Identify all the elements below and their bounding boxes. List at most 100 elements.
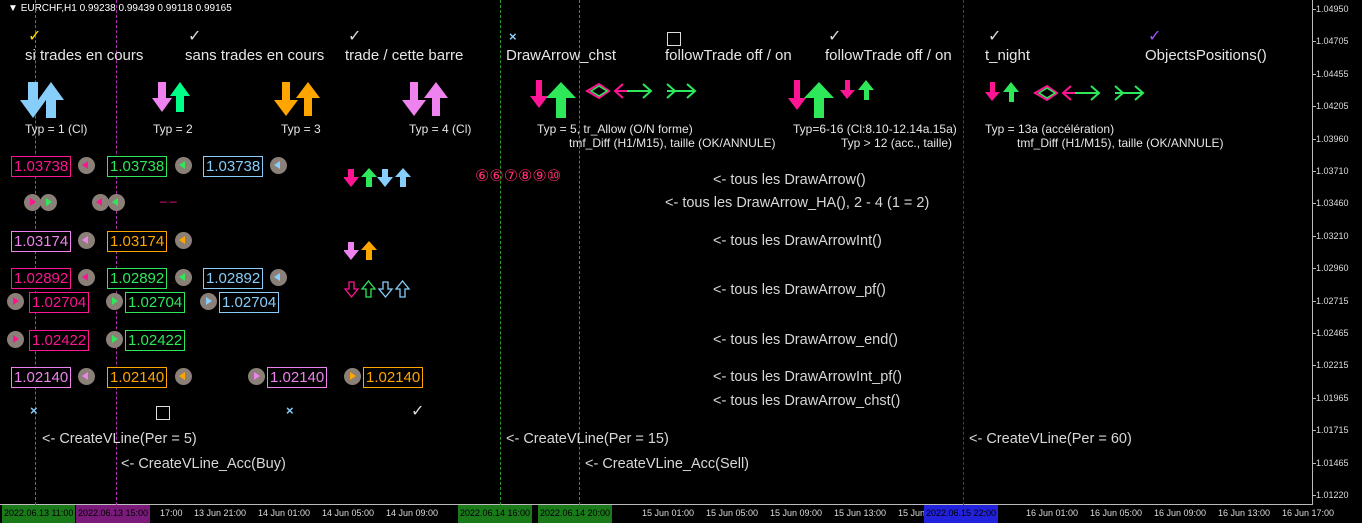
- vline-per60[interactable]: [963, 0, 964, 505]
- typ-label: Typ = 5, tr_Allow (O/N forme): [537, 122, 693, 136]
- label-followtrade-2: followTrade off / on: [825, 47, 952, 64]
- price-label[interactable]: 1.03174: [107, 231, 168, 252]
- left-arrow-icon: [179, 236, 185, 244]
- right-arrow-icon: [46, 198, 52, 206]
- checkbox-x-icon[interactable]: [667, 32, 681, 46]
- price-tick-label: 1.04455: [1316, 68, 1349, 79]
- typ-label: Typ = 13a (accélération): [985, 122, 1115, 136]
- price-label[interactable]: 1.03174: [11, 231, 72, 252]
- price-label[interactable]: 1.02704: [29, 292, 90, 313]
- arrow-row-drawarrow-icon: [344, 168, 411, 187]
- price-label[interactable]: 1.02422: [29, 330, 90, 351]
- time-tick-label: 16 Jun 09:00: [1154, 508, 1207, 518]
- time-tick-label: 17:00: [160, 508, 183, 518]
- price-label[interactable]: 1.02422: [125, 330, 186, 351]
- left-arrow-icon: [179, 273, 185, 281]
- price-label[interactable]: 1.02704: [219, 292, 280, 313]
- label-objects-positions: ObjectsPositions(): [1145, 47, 1267, 64]
- arrow-pair-typ2-icon: [152, 82, 190, 112]
- check-icon[interactable]: ✓: [28, 26, 41, 46]
- note-vline-per60: <- CreateVLine(Per = 60): [969, 431, 1132, 447]
- price-label[interactable]: 1.02140: [107, 367, 168, 388]
- time-tick-label: 14 Jun 09:00: [386, 508, 439, 518]
- price-tick-label: 1.02215: [1316, 360, 1349, 371]
- right-arrow-icon: [30, 198, 36, 206]
- check-icon[interactable]: ✓: [348, 26, 361, 46]
- label-sans-trades: sans trades en cours: [185, 47, 325, 64]
- vline-acc-sell[interactable]: [579, 0, 580, 505]
- price-tick-label: 1.04950: [1316, 4, 1349, 14]
- check-icon[interactable]: ✓: [188, 26, 201, 46]
- left-arrow-icon: [82, 236, 88, 244]
- chart-area[interactable]: ▼ EURCHF,H1 0.99238 0.99439 0.99118 0.99…: [0, 0, 1313, 505]
- vline-per15[interactable]: [500, 0, 501, 505]
- note-drawarrowint-pf: <- tous les DrawArrowInt_pf(): [713, 369, 902, 385]
- right-arrow-icon: [13, 335, 19, 343]
- note-vline-per5: <- CreateVLine(Per = 5): [42, 431, 197, 447]
- arrow-pair-typ1-icon: [20, 82, 64, 118]
- price-label[interactable]: 1.03738: [11, 156, 72, 177]
- note-vline-per15: <- CreateVLine(Per = 15): [506, 431, 669, 447]
- time-tick-label: 2022.06.13 15:00: [76, 505, 151, 523]
- price-tick-label: 1.03210: [1316, 230, 1349, 241]
- number-circles: ⑥⑥⑦⑧⑨⑩: [475, 168, 562, 185]
- dash-marks: – –: [160, 194, 177, 208]
- price-tick-label: 1.01715: [1316, 425, 1349, 436]
- note-drawarrow-ha: <- tous les DrawArrow_HA(), 2 - 4 (1 = 2…: [665, 195, 930, 211]
- label-followtrade-1: followTrade off / on: [665, 47, 792, 64]
- price-label[interactable]: 1.02892: [11, 268, 72, 289]
- price-tick-label: 1.03460: [1316, 198, 1349, 209]
- arrow-pair-typ4-icon: [402, 82, 448, 116]
- price-label[interactable]: 1.02892: [203, 268, 264, 289]
- price-tick-label: 1.01965: [1316, 392, 1349, 403]
- symbol-menu-icon[interactable]: ▼: [8, 3, 18, 14]
- checkbox-x-icon: [156, 406, 170, 420]
- label-trades-en-cours: si trades en cours: [25, 47, 144, 64]
- check-icon[interactable]: ✓: [828, 26, 841, 46]
- check-icon[interactable]: ✓: [988, 26, 1001, 46]
- price-tick-label: 1.02715: [1316, 295, 1349, 306]
- time-tick-label: 2022.06.13 11:00: [2, 505, 76, 523]
- price-tick-label: 1.03960: [1316, 133, 1349, 144]
- price-label[interactable]: 1.02704: [125, 292, 186, 313]
- note-drawarrowint: <- tous les DrawArrowInt(): [713, 233, 882, 249]
- right-arrow-icon: [112, 335, 118, 343]
- time-tick-label: 15 Jun 13:00: [834, 508, 887, 518]
- price-label[interactable]: 1.03738: [107, 156, 168, 177]
- price-label[interactable]: 1.03738: [203, 156, 264, 177]
- vline-per5[interactable]: [35, 0, 36, 505]
- cross-icon[interactable]: ×: [509, 29, 517, 44]
- price-label[interactable]: 1.02892: [107, 268, 168, 289]
- time-tick-label: 15 Jun 09:00: [770, 508, 823, 518]
- time-tick-label: 15 Jun 01:00: [642, 508, 695, 518]
- typ-label: Typ > 12 (acc., taille): [841, 136, 953, 150]
- left-arrow-icon: [112, 198, 118, 206]
- price-label[interactable]: 1.02140: [11, 367, 72, 388]
- typ-label: Typ = 2: [153, 122, 193, 136]
- label-trade-barre: trade / cette barre: [345, 47, 464, 64]
- typ-label: tmf_Diff (H1/M15), taille (OK/ANNULE): [1017, 136, 1224, 150]
- chart-header: ▼ EURCHF,H1 0.99238 0.99439 0.99118 0.99…: [8, 3, 232, 14]
- typ-label: Typ = 3: [281, 122, 321, 136]
- price-tick-label: 1.03710: [1316, 166, 1349, 176]
- time-tick-label: 14 Jun 05:00: [322, 508, 375, 518]
- vline-acc-buy[interactable]: [116, 0, 117, 505]
- arrow-pair-typ6-icon: [788, 80, 834, 118]
- time-tick-label: 15 Jun 05:00: [706, 508, 759, 518]
- price-label[interactable]: 1.02140: [267, 367, 328, 388]
- note-drawarrow-pf: <- tous les DrawArrow_pf(): [713, 282, 886, 298]
- arrow-pair-typ3-icon: [274, 82, 320, 116]
- time-tick-label: 16 Jun 17:00: [1282, 508, 1335, 518]
- price-label[interactable]: 1.02140: [363, 367, 424, 388]
- price-tick-label: 1.04205: [1316, 101, 1349, 112]
- time-tick-label: 13 Jun 21:00: [194, 508, 247, 518]
- left-arrow-icon: [96, 198, 102, 206]
- left-arrow-icon: [179, 372, 185, 380]
- arrow-pair-typ5-icon: [530, 80, 576, 118]
- arrow-direction-set-1-icon: [585, 82, 697, 100]
- check-icon[interactable]: ✓: [1148, 26, 1161, 46]
- typ-label: tmf_Diff (H1/M15), taille (OK/ANNULE): [569, 136, 776, 150]
- right-arrow-icon: [350, 372, 356, 380]
- note-drawarrow: <- tous les DrawArrow(): [713, 172, 866, 188]
- right-arrow-icon: [13, 297, 19, 305]
